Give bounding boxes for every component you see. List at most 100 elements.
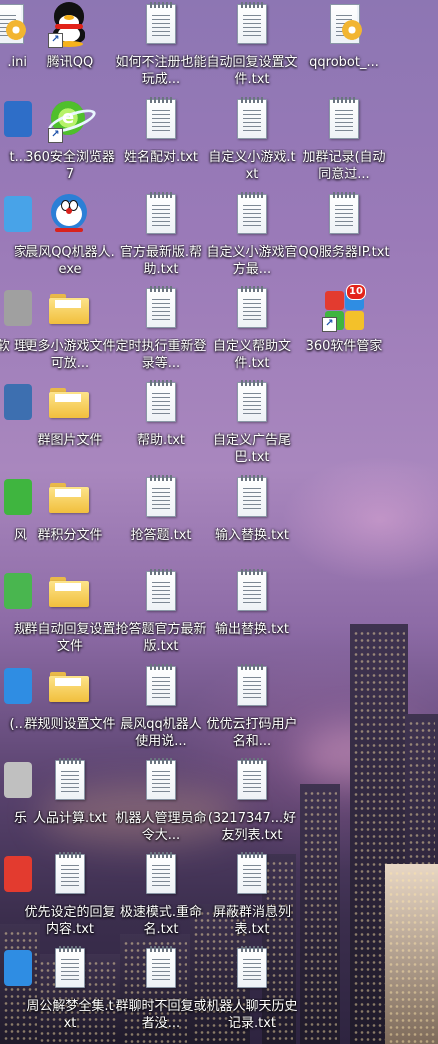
txt-file-icon <box>228 758 276 806</box>
desktop-item-label: 晨风qq机器人使用说... <box>120 717 202 749</box>
desktop-item[interactable]: 晨风qq机器人使用说... <box>113 662 209 752</box>
desktop-item[interactable]: 人品计算.txt <box>22 756 118 846</box>
desktop-item-label: 自定义广告尾巴.txt <box>212 433 291 465</box>
desktop-item[interactable]: 自定义小游戏官方最... <box>204 190 300 280</box>
txt-file-icon <box>320 97 368 145</box>
desktop-item-label: QQ服务器IP.txt <box>298 245 390 260</box>
desktop-item-label: 屏蔽群消息列表.txt <box>212 905 291 937</box>
txt-file-icon <box>137 758 185 806</box>
desktop-item[interactable]: 机器人管理员命令大... <box>113 756 209 846</box>
desktop-item[interactable]: 群聊时不回复或者没... <box>113 944 209 1034</box>
desktop-item-label: 优优云打码用户名和... <box>206 717 298 749</box>
txt-file-icon <box>228 664 276 712</box>
desktop-item[interactable]: 群积分文件 <box>22 473 118 563</box>
desktop-item-label: qqrobot_... <box>309 55 379 70</box>
desktop-item-label: 机器人管理员命令大... <box>115 811 207 843</box>
desktop-item-label: 群积分文件 <box>37 528 103 543</box>
desktop-item[interactable]: qqrobot_... <box>296 0 392 90</box>
txt-file-icon <box>137 946 185 994</box>
desktop-item-label: 群图片文件 <box>37 433 103 448</box>
desktop-item-label: 群聊时不回复或者没... <box>115 999 207 1031</box>
desktop-item-label: 极速模式.重命名.txt <box>119 905 203 937</box>
folder-icon <box>46 475 94 523</box>
desktop-item-label: 更多小游戏文件可放... <box>24 339 116 371</box>
desktop-item-label: 360软件管家 <box>305 339 383 354</box>
desktop-item[interactable]: 优先设定的回复内容.txt <box>22 850 118 940</box>
desktop-item[interactable]: 优优云打码用户名和... <box>204 662 300 752</box>
desktop-item[interactable]: 自定义小游戏.txt <box>204 95 300 185</box>
desktop-item[interactable]: e ↗ 360安全浏览器7 <box>22 95 118 185</box>
desktop-item-label: 群规则设置文件 <box>24 717 116 732</box>
desktop-item[interactable]: 10 ↗ 360软件管家 <box>296 284 392 374</box>
folder-icon <box>46 380 94 428</box>
360-browser-icon: e ↗ <box>45 97 99 145</box>
shortcut-arrow-icon: ↗ <box>322 317 337 332</box>
desktop-item[interactable]: 自动回复设置文件.txt <box>204 0 300 90</box>
desktop-item-label: 自定义小游戏.txt <box>208 150 296 182</box>
txt-file-icon <box>228 946 276 994</box>
txt-file-icon <box>46 852 94 900</box>
desktop-item[interactable]: ↗ 腾讯QQ <box>22 0 118 90</box>
shortcut-arrow-icon: ↗ <box>48 128 63 143</box>
desktop-item-label: 输出替换.txt <box>214 622 290 637</box>
desktop-item[interactable]: 加群记录(自动同意过... <box>296 95 392 185</box>
desktop-item[interactable]: 姓名配对.txt <box>113 95 209 185</box>
doraemon-icon <box>46 192 94 240</box>
desktop[interactable]: .init...家-软 理风规(...乐↗腾讯QQe↗360安全浏览器7晨风QQ… <box>0 0 438 1044</box>
desktop-item[interactable]: 周公解梦全集.txt <box>22 944 118 1034</box>
update-count-badge: 10 <box>346 284 366 300</box>
desktop-item[interactable]: 抢答题官方最新版.txt <box>113 567 209 657</box>
txt-file-icon <box>137 475 185 523</box>
txt-file-icon <box>137 569 185 617</box>
desktop-item[interactable]: 定时执行重新登录等... <box>113 284 209 374</box>
desktop-item[interactable]: 自定义广告尾巴.txt <box>204 378 300 468</box>
txt-file-icon <box>137 664 185 712</box>
desktop-item-label: 周公解梦全集.txt <box>26 999 114 1031</box>
folder-icon <box>46 569 94 617</box>
desktop-item[interactable]: 如何不注册也能玩成... <box>113 0 209 90</box>
desktop-item[interactable]: 群自动回复设置文件 <box>22 567 118 657</box>
desktop-item[interactable]: 输出替换.txt <box>204 567 300 657</box>
desktop-item-label: 自动回复设置文件.txt <box>206 55 298 87</box>
folder-icon <box>46 664 94 712</box>
desktop-item[interactable]: 屏蔽群消息列表.txt <box>204 850 300 940</box>
360-soft-manager-icon: 10 ↗ <box>320 284 368 334</box>
txt-file-icon <box>137 380 185 428</box>
desktop-item[interactable]: 群规则设置文件 <box>22 662 118 752</box>
desktop-item[interactable]: 更多小游戏文件可放... <box>22 284 118 374</box>
txt-file-icon <box>137 192 185 240</box>
desktop-item[interactable]: 帮助.txt <box>113 378 209 468</box>
desktop-item-label: 人品计算.txt <box>32 811 108 826</box>
desktop-item[interactable]: (3217347...好友列表.txt <box>204 756 300 846</box>
desktop-item-label: 晨风QQ机器人.exe <box>25 245 115 277</box>
desktop-item-label: (3217347...好友列表.txt <box>207 811 297 843</box>
txt-file-icon <box>228 97 276 145</box>
txt-file-icon <box>228 286 276 334</box>
desktop-item-label: 群自动回复设置文件 <box>24 622 116 654</box>
desktop-item[interactable]: 抢答题.txt <box>113 473 209 563</box>
desktop-item[interactable]: 官方最新版.帮助.txt <box>113 190 209 280</box>
desktop-item-label: 帮助.txt <box>136 433 186 448</box>
desktop-item-label: 抢答题.txt <box>130 528 192 543</box>
qq-penguin-icon: ↗ <box>46 2 94 50</box>
txt-file-icon <box>228 192 276 240</box>
desktop-item[interactable]: 晨风QQ机器人.exe <box>22 190 118 280</box>
txt-file-icon <box>46 758 94 806</box>
desktop-item-label: 加群记录(自动同意过... <box>302 150 386 182</box>
desktop-item-label: 姓名配对.txt <box>123 150 199 165</box>
txt-file-icon <box>320 192 368 240</box>
desktop-item[interactable]: 自定义帮助文件.txt <box>204 284 300 374</box>
desktop-item-label: 机器人聊天历史记录.txt <box>206 999 298 1031</box>
desktop-item-label: 官方最新版.帮助.txt <box>119 245 203 277</box>
folder-icon <box>46 286 94 334</box>
desktop-item-label: 定时执行重新登录等... <box>115 339 207 371</box>
desktop-item[interactable]: 极速模式.重命名.txt <box>113 850 209 940</box>
desktop-item-label: 优先设定的回复内容.txt <box>24 905 116 937</box>
txt-file-icon <box>137 852 185 900</box>
desktop-item[interactable]: 群图片文件 <box>22 378 118 468</box>
txt-file-icon <box>137 2 185 50</box>
txt-file-icon <box>228 2 276 50</box>
desktop-item[interactable]: QQ服务器IP.txt <box>296 190 392 280</box>
desktop-item[interactable]: 输入替换.txt <box>204 473 300 563</box>
desktop-item[interactable]: 机器人聊天历史记录.txt <box>204 944 300 1034</box>
